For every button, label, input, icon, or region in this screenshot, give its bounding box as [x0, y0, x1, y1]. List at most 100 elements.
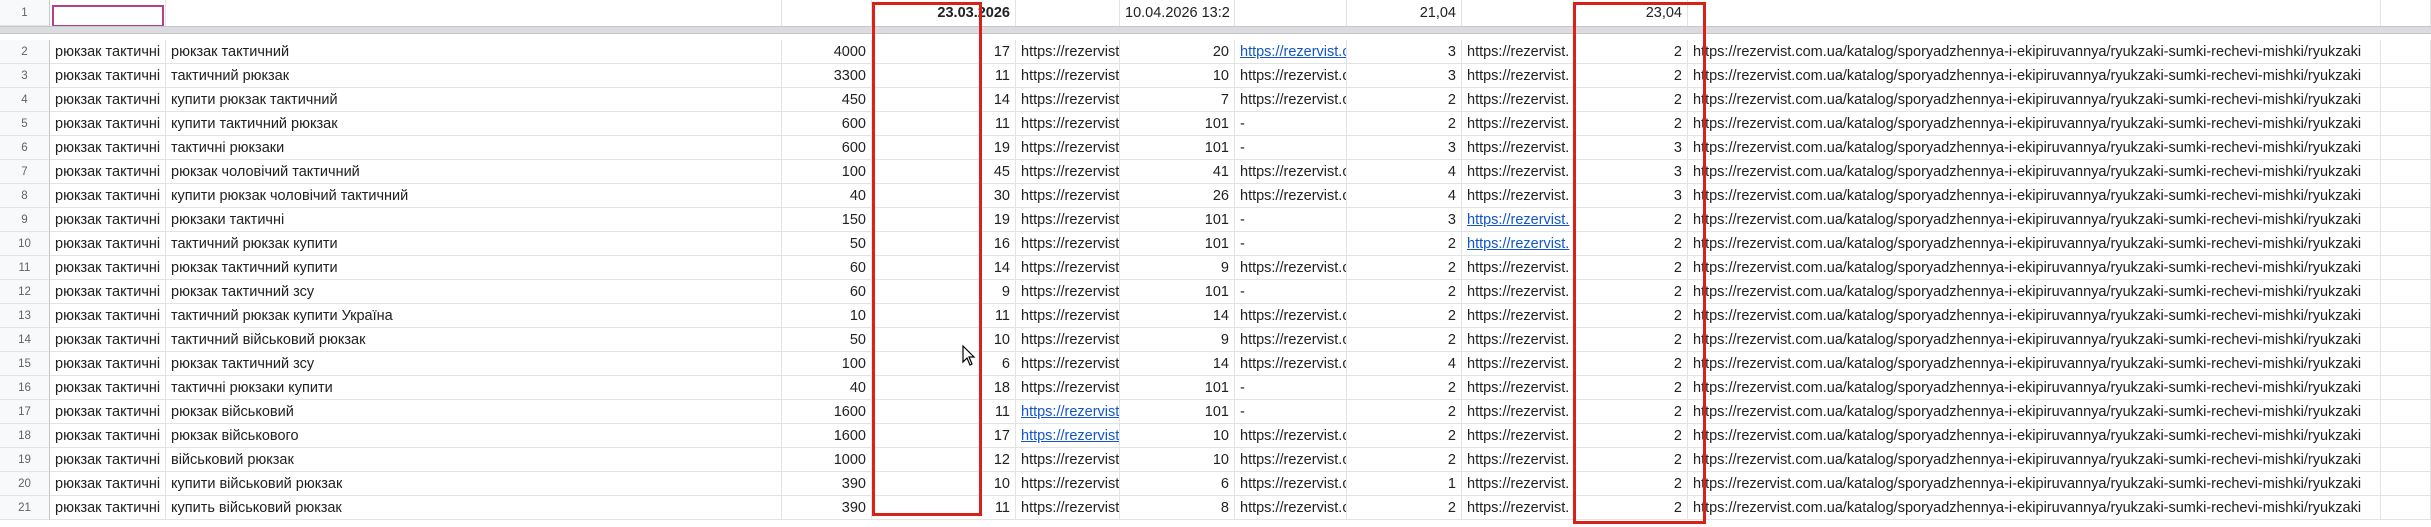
cell-url-1[interactable]: https://rezervist.com.u: [1016, 328, 1120, 352]
cell-phrase[interactable]: купить військовий рюкзак: [166, 496, 782, 520]
cell-position-3[interactable]: 4: [1347, 184, 1462, 208]
header-cell-k[interactable]: [1688, 0, 2381, 26]
cell-empty[interactable]: [2381, 232, 2431, 256]
cell-position-1[interactable]: 17: [872, 424, 1016, 448]
cell-position-4[interactable]: 3: [1574, 136, 1688, 160]
cell-empty[interactable]: [2381, 160, 2431, 184]
cell-url-3[interactable]: https://rezervist.: [1462, 136, 1574, 160]
cell-url-2[interactable]: https://rezervist.c: [1235, 496, 1347, 520]
cell-volume[interactable]: 40: [782, 376, 872, 400]
cell-url-3[interactable]: https://rezervist.: [1462, 208, 1574, 232]
row-number[interactable]: 19: [0, 448, 50, 472]
cell-position-4[interactable]: 2: [1574, 400, 1688, 424]
row-number[interactable]: 3: [0, 64, 50, 88]
cell-position-4[interactable]: 2: [1574, 88, 1688, 112]
cell-position-2[interactable]: 10: [1120, 424, 1235, 448]
cell-url-4[interactable]: https://rezervist.com.ua/katalog/sporyad…: [1688, 208, 2381, 232]
cell-url-2[interactable]: https://rezervist.c: [1235, 88, 1347, 112]
cell-position-2[interactable]: 101: [1120, 232, 1235, 256]
cell-position-3[interactable]: 3: [1347, 136, 1462, 160]
cell-position-1[interactable]: 6: [872, 352, 1016, 376]
cell-position-1[interactable]: 9: [872, 280, 1016, 304]
header-date-a[interactable]: 23.03.2026: [872, 0, 1016, 26]
cell-position-3[interactable]: 2: [1347, 304, 1462, 328]
cell-url-2[interactable]: https://rezervist.c: [1235, 256, 1347, 280]
cell-url-3[interactable]: https://rezervist.: [1462, 280, 1574, 304]
header-cell-e[interactable]: [1016, 0, 1120, 26]
cell-position-3[interactable]: 2: [1347, 280, 1462, 304]
cell-keyword-group[interactable]: рюкзак тактичні: [50, 40, 166, 64]
cell-position-1[interactable]: 12: [872, 448, 1016, 472]
cell-url-1[interactable]: https://rezervist.com.u: [1016, 472, 1120, 496]
cell-url-4[interactable]: https://rezervist.com.ua/katalog/sporyad…: [1688, 472, 2381, 496]
cell-volume[interactable]: 450: [782, 88, 872, 112]
cell-url-4[interactable]: https://rezervist.com.ua/katalog/sporyad…: [1688, 304, 2381, 328]
cell-url-3[interactable]: https://rezervist.: [1462, 496, 1574, 520]
cell-position-1[interactable]: 14: [872, 256, 1016, 280]
cell-url-4[interactable]: https://rezervist.com.ua/katalog/sporyad…: [1688, 352, 2381, 376]
cell-position-3[interactable]: 1: [1347, 472, 1462, 496]
cell-position-4[interactable]: 2: [1574, 472, 1688, 496]
cell-empty[interactable]: [2381, 400, 2431, 424]
cell-url-4[interactable]: https://rezervist.com.ua/katalog/sporyad…: [1688, 280, 2381, 304]
cell-url-2[interactable]: -: [1235, 400, 1347, 424]
cell-position-3[interactable]: 2: [1347, 376, 1462, 400]
cell-empty[interactable]: [2381, 88, 2431, 112]
cell-position-3[interactable]: 2: [1347, 256, 1462, 280]
cell-phrase[interactable]: тактичний рюкзак купити Україна: [166, 304, 782, 328]
cell-url-4[interactable]: https://rezervist.com.ua/katalog/sporyad…: [1688, 64, 2381, 88]
cell-position-2[interactable]: 41: [1120, 160, 1235, 184]
cell-keyword-group[interactable]: рюкзак тактичні: [50, 256, 166, 280]
cell-url-1[interactable]: https://rezervist.com.u: [1016, 64, 1120, 88]
cell-keyword-group[interactable]: рюкзак тактичні: [50, 184, 166, 208]
row-number[interactable]: 16: [0, 376, 50, 400]
cell-phrase[interactable]: рюкзак тактичний зсу: [166, 280, 782, 304]
cell-position-1[interactable]: 11: [872, 64, 1016, 88]
cell-empty[interactable]: [2381, 496, 2431, 520]
row-number[interactable]: 8: [0, 184, 50, 208]
cell-url-1[interactable]: https://rezervist.com.u: [1016, 40, 1120, 64]
cell-position-3[interactable]: 4: [1347, 352, 1462, 376]
cell-position-2[interactable]: 8: [1120, 496, 1235, 520]
cell-position-3[interactable]: 2: [1347, 112, 1462, 136]
cell-position-2[interactable]: 14: [1120, 304, 1235, 328]
header-date-b[interactable]: 10.04.2026 13:2: [1120, 0, 1235, 26]
cell-url-3[interactable]: https://rezervist.: [1462, 112, 1574, 136]
row-number[interactable]: 17: [0, 400, 50, 424]
cell-url-4[interactable]: https://rezervist.com.ua/katalog/sporyad…: [1688, 448, 2381, 472]
header-val-b[interactable]: 23,04: [1574, 0, 1688, 26]
row-number[interactable]: 11: [0, 256, 50, 280]
cell-keyword-group[interactable]: рюкзак тактичні: [50, 208, 166, 232]
cell-volume[interactable]: 600: [782, 136, 872, 160]
cell-position-1[interactable]: 30: [872, 184, 1016, 208]
cell-position-2[interactable]: 10: [1120, 448, 1235, 472]
row-number[interactable]: 10: [0, 232, 50, 256]
cell-empty[interactable]: [2381, 376, 2431, 400]
cell-keyword-group[interactable]: рюкзак тактичні: [50, 160, 166, 184]
cell-volume[interactable]: 40: [782, 184, 872, 208]
cell-url-2[interactable]: https://rezervist.c: [1235, 64, 1347, 88]
row-number[interactable]: 20: [0, 472, 50, 496]
cell-empty[interactable]: [2381, 136, 2431, 160]
cell-url-3[interactable]: https://rezervist.: [1462, 328, 1574, 352]
cell-phrase[interactable]: купити рюкзак тактичний: [166, 88, 782, 112]
cell-url-4[interactable]: https://rezervist.com.ua/katalog/sporyad…: [1688, 160, 2381, 184]
cell-position-4[interactable]: 2: [1574, 448, 1688, 472]
cell-position-1[interactable]: 14: [872, 88, 1016, 112]
cell-keyword-group[interactable]: рюкзак тактичні: [50, 232, 166, 256]
cell-position-1[interactable]: 19: [872, 208, 1016, 232]
cell-position-2[interactable]: 9: [1120, 256, 1235, 280]
cell-position-3[interactable]: 2: [1347, 400, 1462, 424]
cell-position-2[interactable]: 101: [1120, 376, 1235, 400]
row-number[interactable]: 7: [0, 160, 50, 184]
cell-position-4[interactable]: 2: [1574, 424, 1688, 448]
cell-url-4[interactable]: https://rezervist.com.ua/katalog/sporyad…: [1688, 376, 2381, 400]
cell-position-4[interactable]: 2: [1574, 496, 1688, 520]
cell-position-3[interactable]: 2: [1347, 448, 1462, 472]
cell-volume[interactable]: 50: [782, 328, 872, 352]
cell-keyword-group[interactable]: рюкзак тактичні: [50, 376, 166, 400]
cell-volume[interactable]: 1600: [782, 424, 872, 448]
cell-volume[interactable]: 10: [782, 304, 872, 328]
cell-position-1[interactable]: 11: [872, 400, 1016, 424]
cell-url-1[interactable]: https://rezervist.com.u: [1016, 496, 1120, 520]
